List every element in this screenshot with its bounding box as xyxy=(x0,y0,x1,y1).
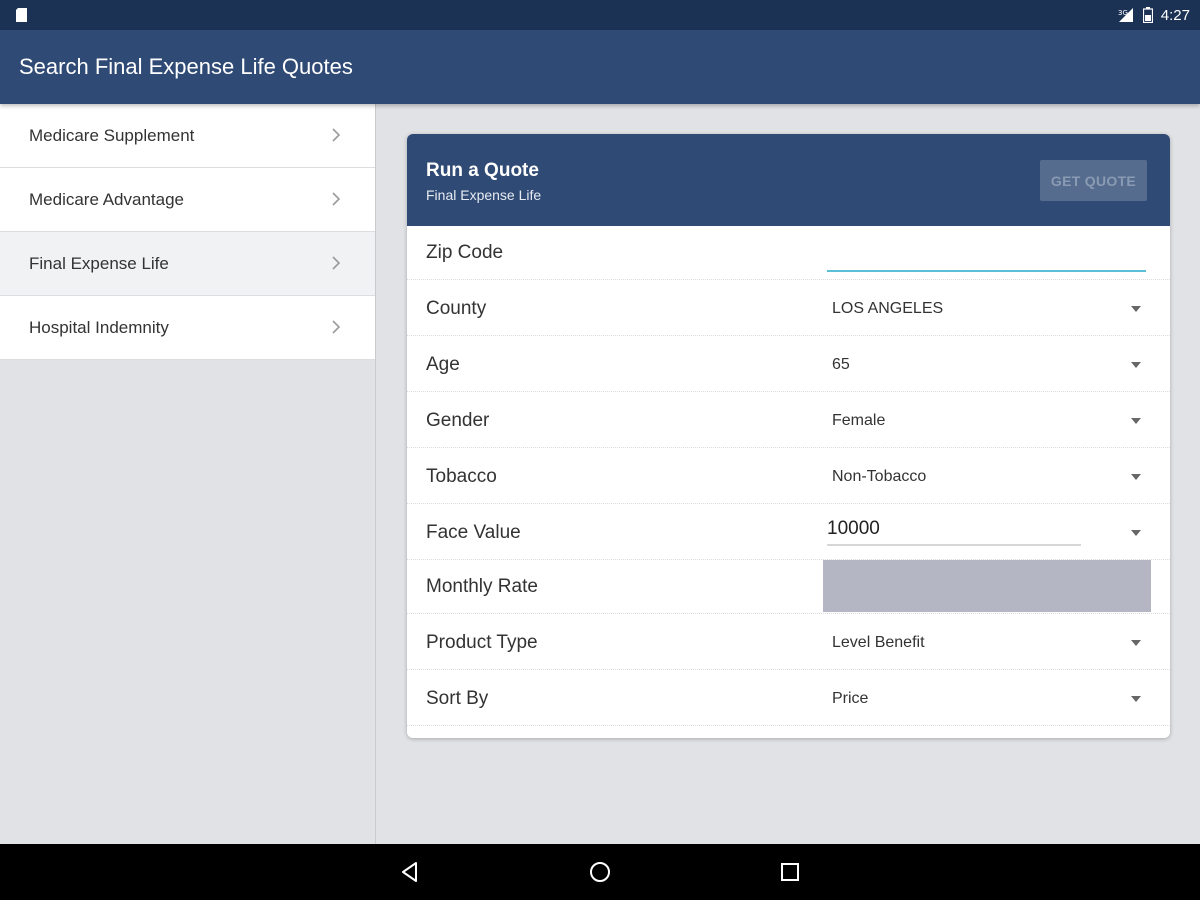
navigation-bar xyxy=(0,844,1200,900)
face-value-row: Face Value xyxy=(407,504,1170,560)
sd-card-icon xyxy=(16,8,27,22)
status-icons: 3G 4:27 xyxy=(1117,0,1190,30)
sidebar: Medicare Supplement Medicare Advantage F… xyxy=(0,104,376,844)
dropdown-arrow-icon[interactable] xyxy=(1131,418,1141,424)
zip-code-row: Zip Code xyxy=(407,226,1170,280)
county-label: County xyxy=(426,298,487,319)
product-type-select[interactable]: Level Benefit xyxy=(832,634,925,652)
monthly-rate-value xyxy=(823,560,1151,612)
quote-card: Run a Quote Final Expense Life GET QUOTE… xyxy=(407,134,1170,738)
battery-icon xyxy=(1142,7,1153,23)
face-value-label: Face Value xyxy=(426,522,521,543)
app-bar: Search Final Expense Life Quotes xyxy=(0,30,1200,104)
back-icon[interactable] xyxy=(398,860,422,884)
quote-card-header: Run a Quote Final Expense Life GET QUOTE xyxy=(407,134,1170,226)
chevron-right-icon xyxy=(332,256,341,270)
sidebar-item-medicare-advantage[interactable]: Medicare Advantage xyxy=(0,168,375,232)
quote-card-title: Run a Quote xyxy=(426,160,539,181)
recent-apps-icon[interactable] xyxy=(778,860,802,884)
sidebar-item-label: Hospital Indemnity xyxy=(29,318,169,337)
chevron-right-icon xyxy=(332,128,341,142)
face-value-input[interactable] xyxy=(827,514,1081,546)
sidebar-item-label: Final Expense Life xyxy=(29,254,169,273)
dropdown-arrow-icon[interactable] xyxy=(1131,640,1141,646)
dropdown-arrow-icon[interactable] xyxy=(1131,362,1141,368)
status-time: 4:27 xyxy=(1160,6,1190,24)
home-icon[interactable] xyxy=(588,860,612,884)
monthly-rate-label: Monthly Rate xyxy=(426,576,538,597)
tobacco-select[interactable]: Non-Tobacco xyxy=(832,468,926,486)
chevron-right-icon xyxy=(332,192,341,206)
monthly-rate-row: Monthly Rate xyxy=(407,560,1170,614)
sidebar-item-label: Medicare Advantage xyxy=(29,190,184,209)
product-type-label: Product Type xyxy=(426,632,538,653)
age-row[interactable]: Age 65 xyxy=(407,336,1170,392)
tobacco-label: Tobacco xyxy=(426,466,497,487)
dropdown-arrow-icon[interactable] xyxy=(1131,530,1141,536)
main-content: Run a Quote Final Expense Life GET QUOTE… xyxy=(377,104,1200,844)
signal-icon: 3G xyxy=(1118,8,1133,22)
zip-code-label: Zip Code xyxy=(426,242,504,263)
age-select[interactable]: 65 xyxy=(832,356,850,374)
sort-by-label: Sort By xyxy=(426,688,489,709)
sidebar-item-hospital-indemnity[interactable]: Hospital Indemnity xyxy=(0,296,375,360)
chevron-right-icon xyxy=(332,320,341,334)
age-label: Age xyxy=(426,354,460,375)
gender-select[interactable]: Female xyxy=(832,412,885,430)
dropdown-arrow-icon[interactable] xyxy=(1131,474,1141,480)
sidebar-item-label: Medicare Supplement xyxy=(29,126,195,145)
county-select[interactable]: LOS ANGELES xyxy=(832,300,943,318)
gender-row[interactable]: Gender Female xyxy=(407,392,1170,448)
app-title: Search Final Expense Life Quotes xyxy=(19,54,353,79)
sidebar-item-final-expense-life[interactable]: Final Expense Life xyxy=(0,232,375,296)
product-type-row[interactable]: Product Type Level Benefit xyxy=(407,614,1170,670)
county-row[interactable]: County LOS ANGELES xyxy=(407,280,1170,336)
tobacco-row[interactable]: Tobacco Non-Tobacco xyxy=(407,448,1170,504)
svg-text:3G: 3G xyxy=(1118,9,1128,17)
sort-by-row[interactable]: Sort By Price xyxy=(407,670,1170,726)
dropdown-arrow-icon[interactable] xyxy=(1131,696,1141,702)
gender-label: Gender xyxy=(426,410,490,431)
sidebar-item-medicare-supplement[interactable]: Medicare Supplement xyxy=(0,104,375,168)
zip-code-input[interactable] xyxy=(827,242,1146,272)
quote-card-subtitle: Final Expense Life xyxy=(426,187,542,203)
sort-by-select[interactable]: Price xyxy=(832,690,868,708)
get-quote-button[interactable]: GET QUOTE xyxy=(1040,160,1147,201)
dropdown-arrow-icon[interactable] xyxy=(1131,306,1141,312)
status-bar: 3G 4:27 xyxy=(0,0,1200,30)
